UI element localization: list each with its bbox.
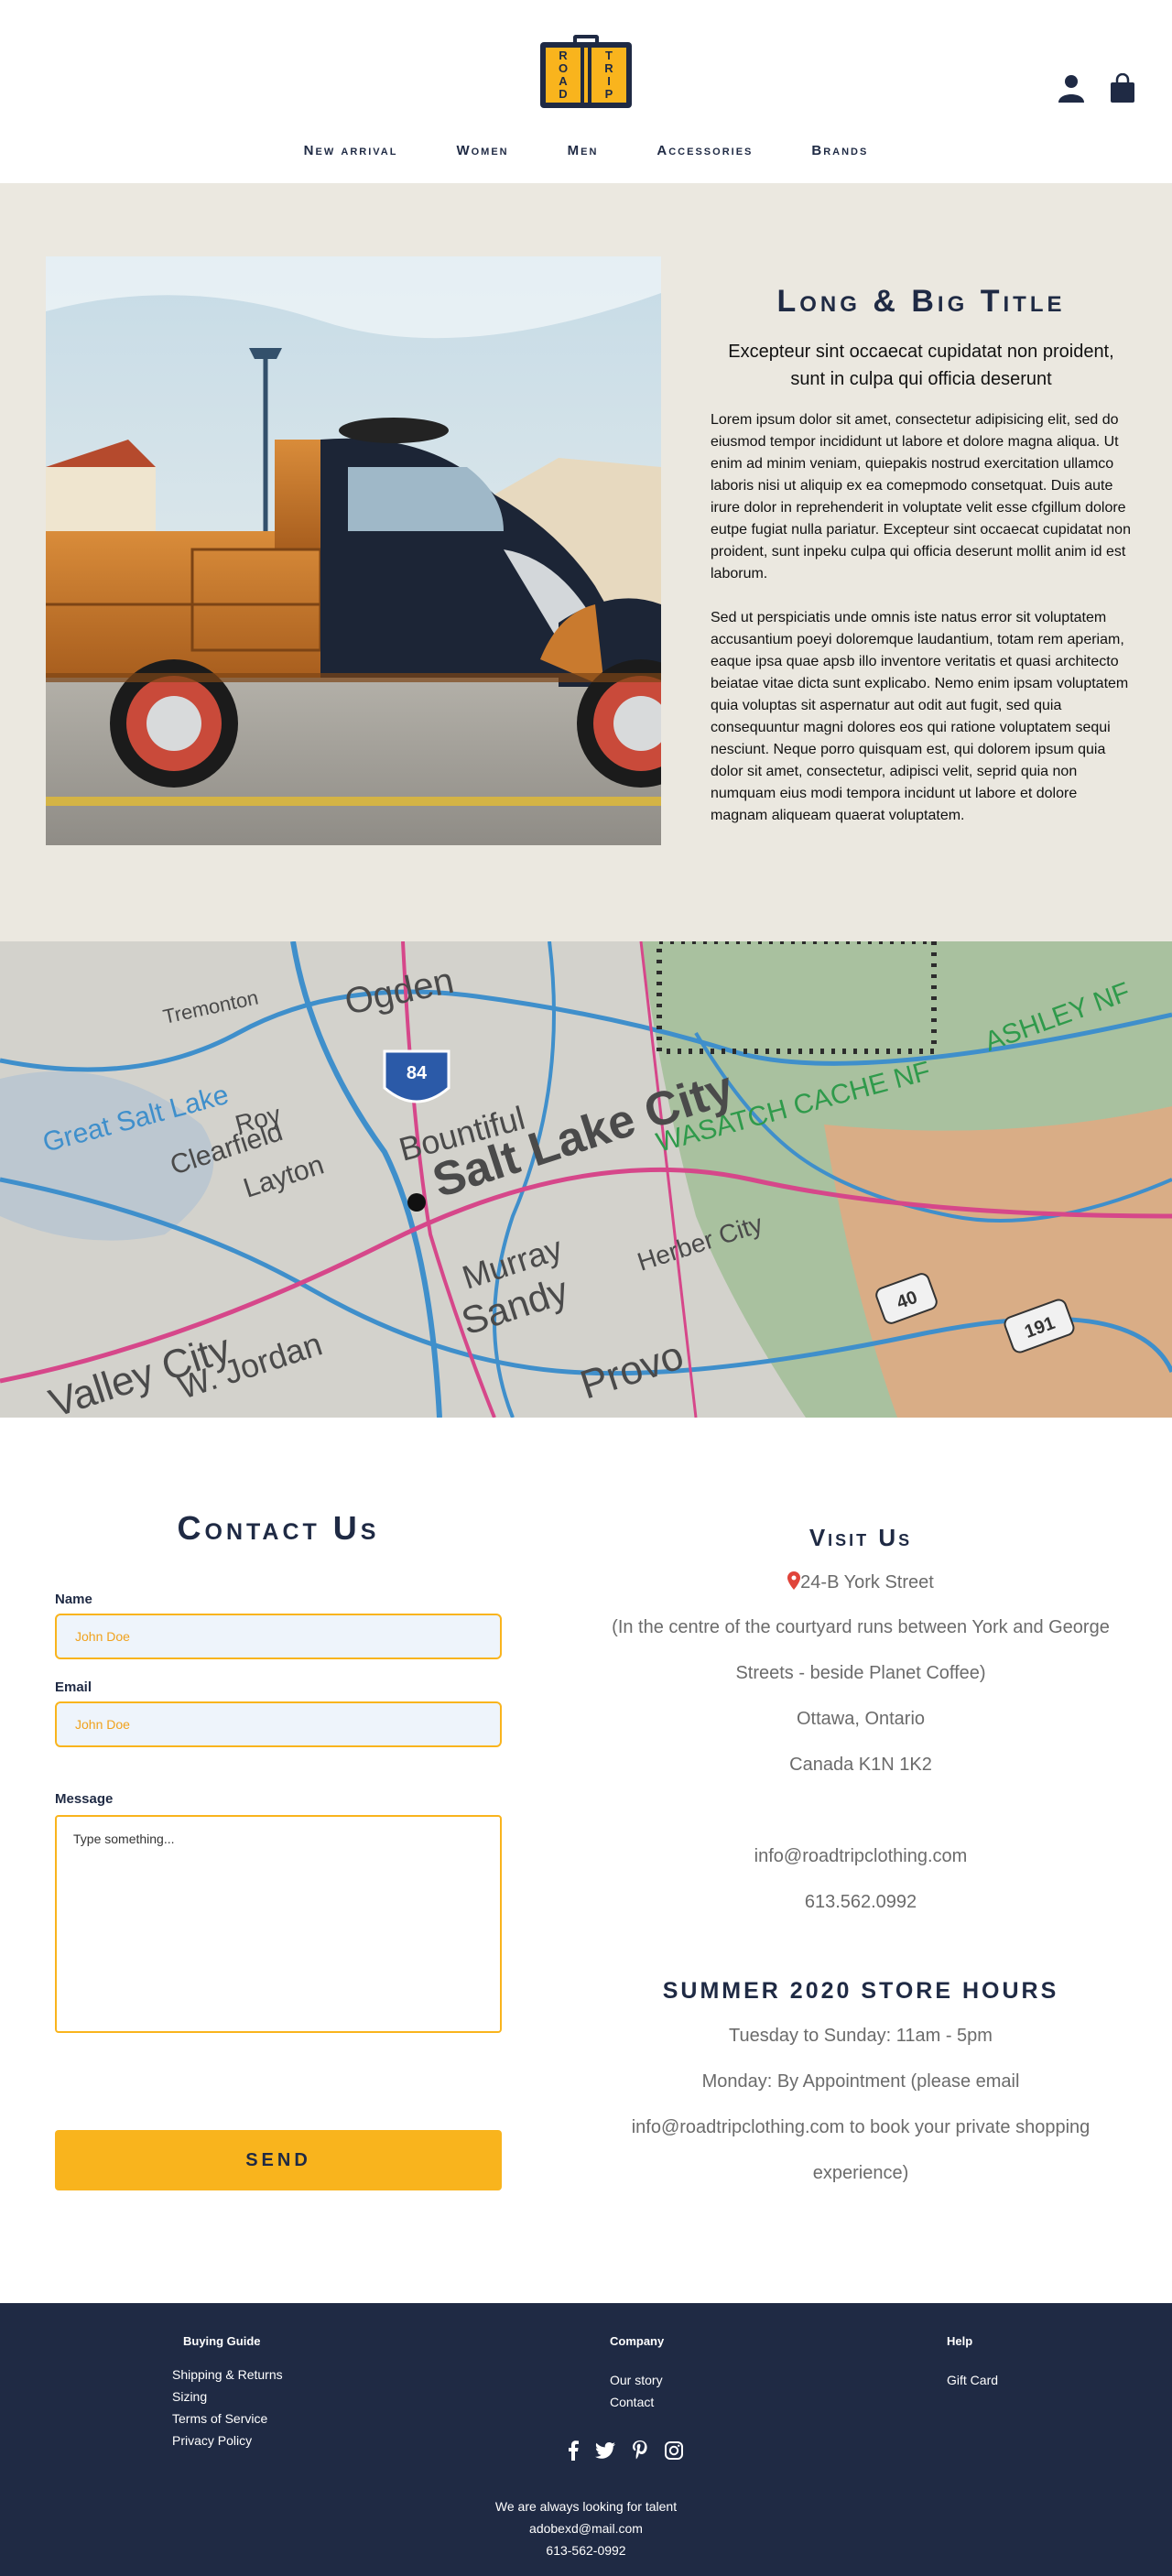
address-detail: (In the centre of the courtyard runs bet…: [612, 1617, 1110, 1637]
nav-new-arrival[interactable]: New arrival: [304, 143, 398, 158]
footer-link-privacy[interactable]: Privacy Policy: [172, 2433, 252, 2448]
visit-us-title: Visit Us: [808, 1524, 913, 1551]
hero-text: Long & Big Title Excepteur sint occaecat…: [711, 284, 1132, 827]
logo-letter: I: [607, 74, 611, 88]
email-input[interactable]: [55, 1701, 502, 1747]
contact-phone[interactable]: 613.562.0992: [586, 1892, 1135, 1913]
facebook-icon[interactable]: [568, 2440, 579, 2461]
hero-subtitle: Excepteur sint occaecat cupidatat non pr…: [728, 342, 1114, 389]
footer-link-sizing[interactable]: Sizing: [172, 2389, 207, 2404]
footer-link-shipping[interactable]: Shipping & Returns: [172, 2367, 283, 2382]
twitter-icon[interactable]: [595, 2442, 615, 2459]
logo-letter: T: [605, 49, 613, 62]
road-trip-logo[interactable]: R O A D T R I P: [540, 35, 632, 108]
address-city: Ottawa, Ontario: [796, 1709, 926, 1729]
address-postal: Canada K1N 1K2: [789, 1755, 932, 1775]
message-label: Message: [55, 1791, 114, 1807]
address-text: 24-B York Street: [800, 1572, 934, 1592]
name-label: Name: [55, 1592, 92, 1607]
instagram-icon[interactable]: [665, 2441, 683, 2460]
store-hours-title: SUMMER 2020 STORE HOURS: [662, 1978, 1059, 2004]
nav-brands[interactable]: Brands: [811, 143, 868, 158]
hero-paragraph: Sed ut perspiciatis unde omnis iste natu…: [711, 610, 1129, 823]
footer-link-contact[interactable]: Contact: [610, 2395, 654, 2409]
site-header: R O A D T R I P New arrival Women Men Ac…: [0, 0, 1172, 183]
footer-link-terms[interactable]: Terms of Service: [172, 2411, 267, 2426]
map-banner: 84 40 191 Ogden Salt Lake City Bountiful…: [0, 941, 1172, 1418]
name-input[interactable]: [55, 1614, 502, 1659]
hero-section: Long & Big Title Excepteur sint occaecat…: [0, 183, 1172, 941]
footer-link-gift-card[interactable]: Gift Card: [947, 2373, 998, 2387]
map-image: 84 40 191 Ogden Salt Lake City Bountiful…: [0, 941, 1172, 1418]
contact-email-link[interactable]: info@roadtripclothing.com: [586, 1846, 1135, 1867]
location-pin-icon: [787, 1571, 801, 1590]
pinterest-icon[interactable]: [632, 2440, 648, 2461]
logo-letter: R: [559, 49, 568, 62]
logo-letter: D: [559, 87, 568, 101]
hero-title: Long & Big Title: [776, 284, 1066, 319]
nav-women[interactable]: Women: [456, 143, 508, 158]
header-icons: [1057, 73, 1135, 103]
logo-letter: P: [604, 87, 613, 101]
shopping-bag-icon[interactable]: [1110, 73, 1135, 103]
contact-section: Contact Us Name Email Message SEND Visit…: [0, 1418, 1172, 2303]
logo-road-text: R O A D: [546, 48, 581, 103]
nav-accessories[interactable]: Accessories: [657, 143, 753, 158]
address-detail: Streets - beside Planet Coffee): [735, 1663, 986, 1683]
social-links: [568, 2440, 683, 2461]
main-nav: New arrival Women Men Accessories Brands: [0, 143, 1172, 158]
footer-phone[interactable]: 613-562-0992: [0, 2543, 1172, 2558]
site-footer: Buying Guide Shipping & Returns Sizing T…: [0, 2303, 1172, 2576]
hours-line: Monday: By Appointment (please email: [701, 2071, 1020, 2092]
logo-letter: R: [604, 61, 613, 75]
email-label: Email: [55, 1679, 92, 1695]
footer-talent-text: We are always looking for talent: [494, 2499, 678, 2514]
hero-paragraph: Lorem ipsum dolor sit amet, consectetur …: [711, 412, 1131, 582]
nav-men[interactable]: Men: [568, 143, 599, 158]
footer-email[interactable]: adobexd@mail.com: [0, 2521, 1172, 2536]
footer-link-our-story[interactable]: Our story: [610, 2373, 663, 2387]
logo-letter: A: [559, 74, 568, 88]
footer-help-title: Help: [947, 2334, 973, 2348]
message-textarea[interactable]: [55, 1815, 502, 2033]
vintage-truck-image: [46, 256, 661, 845]
logo-trip-text: T R I P: [591, 48, 626, 103]
address-line: 24-B York Street: [586, 1571, 1135, 1593]
send-button[interactable]: SEND: [55, 2130, 502, 2190]
hours-line: info@roadtripclothing.com to book your p…: [631, 2117, 1091, 2137]
user-icon[interactable]: [1057, 73, 1086, 103]
hours-line: experience): [812, 2163, 909, 2183]
map-label: 84: [407, 1063, 428, 1083]
logo-letter: O: [558, 61, 569, 75]
contact-title: Contact Us: [177, 1509, 380, 1547]
footer-buying-guide-title: Buying Guide: [183, 2334, 261, 2348]
hours-line: Tuesday to Sunday: 11am - 5pm: [729, 2026, 993, 2046]
footer-company-title: Company: [610, 2334, 665, 2348]
logo-divider: [584, 48, 588, 103]
